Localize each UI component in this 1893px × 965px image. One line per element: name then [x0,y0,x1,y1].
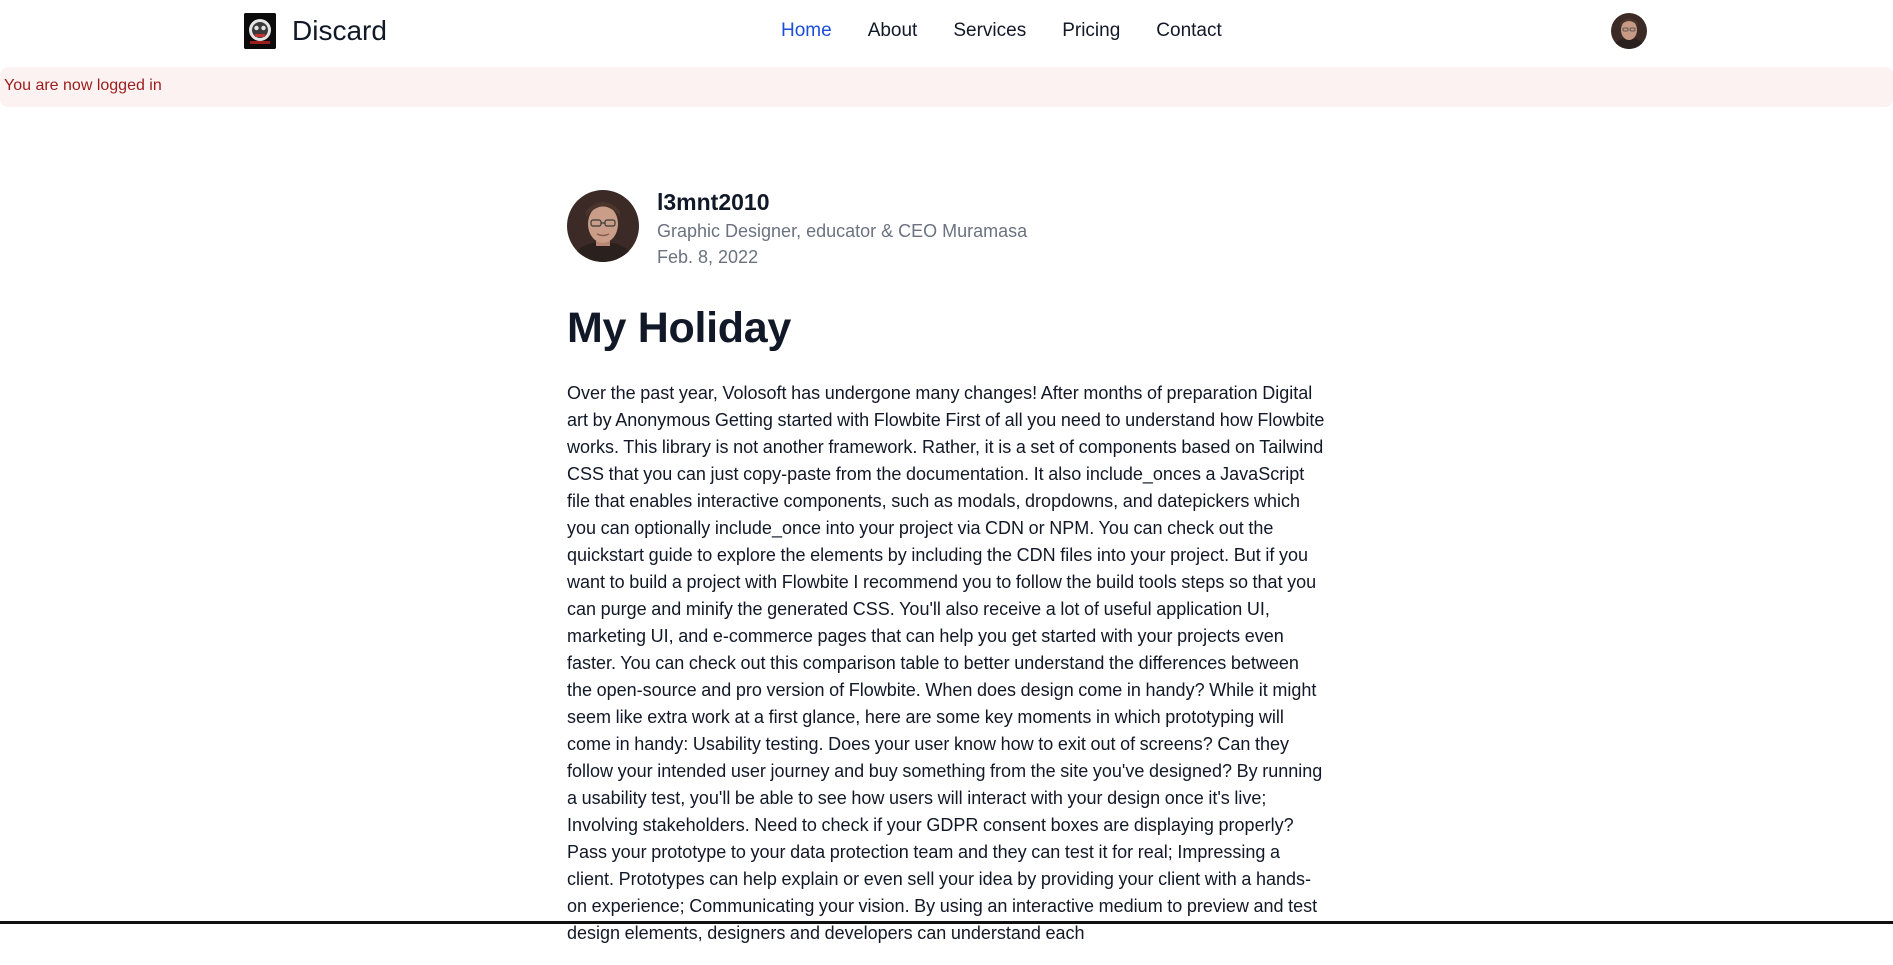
nav-item-services: Services [953,18,1026,44]
author-info: l3mnt2010 Graphic Designer, educator & C… [657,188,1027,270]
author-avatar-icon [567,190,639,262]
brand-name: Discard [292,15,387,46]
post-title: My Holiday [567,304,791,352]
author-block: l3mnt2010 Graphic Designer, educator & C… [567,188,1327,270]
nav-item-pricing: Pricing [1062,18,1120,44]
alert-message: You are now logged in [4,77,162,94]
post-body: Over the past year, Volosoft has undergo… [567,383,1325,943]
nav-link-about[interactable]: About [868,20,918,41]
navbar: Discard Home About Services Pricing Cont… [0,0,1893,64]
brand-link[interactable]: Discard [244,12,387,50]
nav-item-contact: Contact [1156,18,1221,44]
nav-link-contact[interactable]: Contact [1156,20,1221,41]
nav-item-about: About [868,18,918,44]
main-nav: Home About Services Pricing Contact [781,18,1222,44]
author-name-link[interactable]: l3mnt2010 [657,188,1027,216]
nav-link-services[interactable]: Services [953,20,1026,41]
post-date: Feb. 8, 2022 [657,247,759,267]
login-alert: You are now logged in [0,67,1893,107]
user-avatar-button[interactable] [1611,13,1647,49]
brand-logo [244,13,276,49]
nav-item-home: Home [781,18,832,44]
user-avatar-icon [1611,13,1647,49]
nav-link-home[interactable]: Home [781,20,832,41]
nav-link-pricing[interactable]: Pricing [1062,20,1120,41]
blog-article: l3mnt2010 Graphic Designer, educator & C… [567,188,1327,965]
author-avatar [567,190,639,262]
author-bio: Graphic Designer, educator & CEO Muramas… [657,221,1028,241]
